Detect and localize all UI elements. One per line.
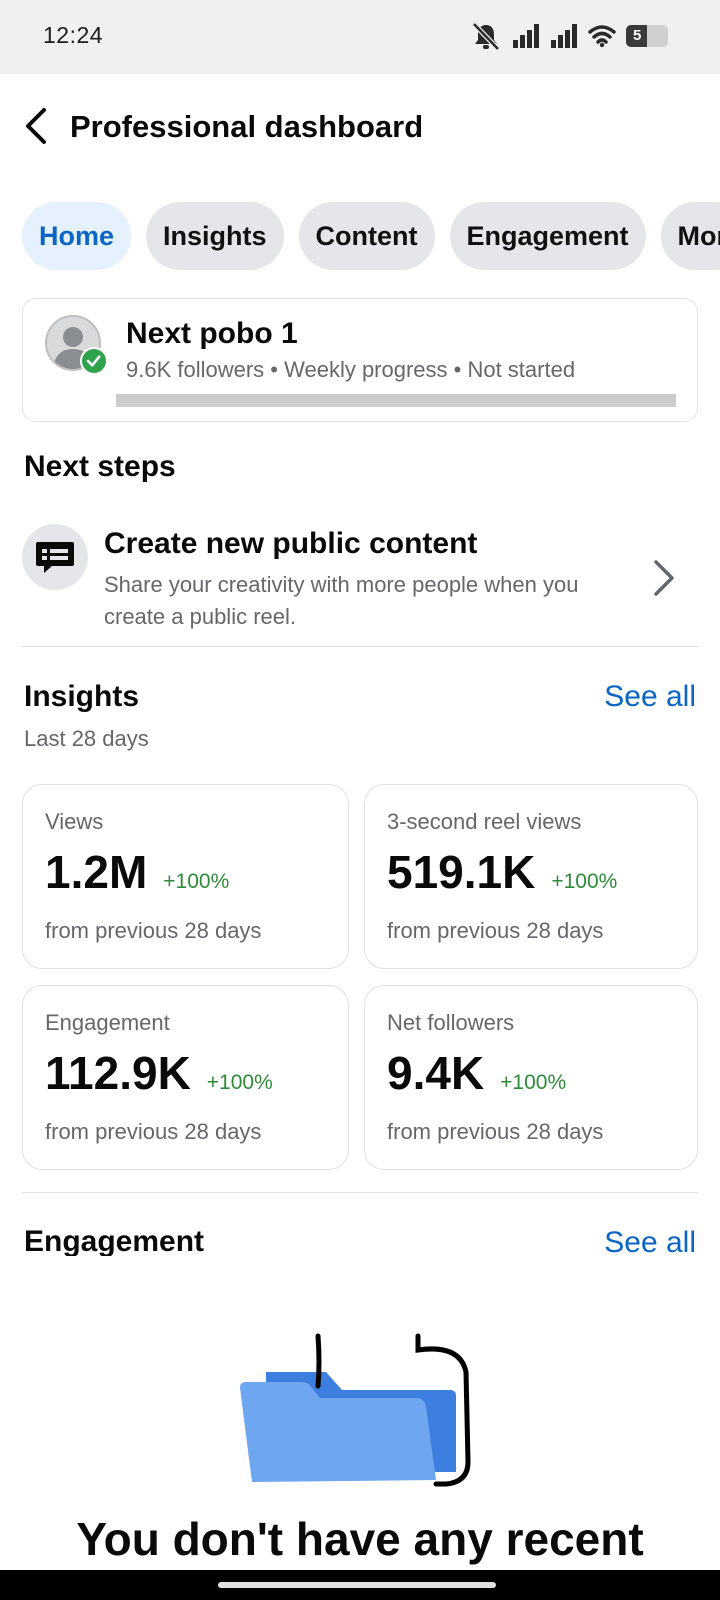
metric-change: +100% (206, 1071, 273, 1094)
profile-card[interactable]: Next pobo 1 9.6K followers • Weekly prog… (22, 298, 698, 422)
metric-card-engagement[interactable]: Engagement 112.9K +100% from previous 28… (22, 985, 349, 1170)
signal-icon (551, 24, 577, 48)
empty-folder-illustration (240, 1333, 471, 1487)
metric-change: +100% (500, 1071, 567, 1094)
metric-label: Engagement (45, 1010, 170, 1035)
tab-bar: Home Insights Content Engagement Mon (22, 202, 720, 270)
tab-content[interactable]: Content (298, 202, 435, 270)
tab-insights[interactable]: Insights (146, 202, 284, 270)
metric-comparison: from previous 28 days (387, 918, 604, 943)
metric-value: 519.1K (387, 846, 536, 898)
weekly-progress-bar (116, 394, 676, 407)
wifi-icon (588, 25, 616, 48)
metric-change: +100% (163, 870, 230, 893)
metric-value: 1.2M (45, 846, 148, 898)
profile-name: Next pobo 1 (126, 317, 298, 350)
engagement-see-all-link[interactable]: See all (604, 1226, 696, 1260)
empty-state-text: You don't have any recent (76, 1513, 644, 1565)
home-gesture-handle[interactable] (218, 1582, 496, 1588)
metric-row: 9.4K +100% (387, 1046, 566, 1100)
insights-see-all-link[interactable]: See all (604, 680, 696, 714)
mute-icon (472, 22, 500, 51)
profile-meta: 9.6K followers • Weekly progress • Not s… (126, 357, 576, 382)
chevron-right-icon (654, 560, 674, 596)
metric-change: +100% (551, 870, 618, 893)
step-icon-circle (22, 524, 88, 590)
battery-text: 5 (633, 27, 642, 44)
tab-engagement[interactable]: Engagement (449, 202, 646, 270)
divider (22, 1192, 698, 1193)
metric-comparison: from previous 28 days (45, 918, 262, 943)
battery-icon: 5 (626, 25, 668, 47)
step-title: Create new public content (104, 527, 478, 560)
next-steps-title: Next steps (24, 450, 176, 483)
metric-row: 519.1K +100% (387, 845, 617, 899)
back-icon[interactable] (20, 104, 54, 148)
metric-value: 112.9K (45, 1047, 191, 1099)
status-time: 12:24 (43, 22, 104, 48)
metric-label: 3-second reel views (387, 809, 582, 834)
metric-card-net-followers[interactable]: Net followers 9.4K +100% from previous 2… (364, 985, 698, 1170)
check-icon (80, 347, 108, 375)
divider (22, 646, 698, 647)
step-description: Share your creativity with more people w… (104, 572, 579, 629)
insights-title: Insights (24, 680, 140, 713)
engagement-title-container: Engagement (24, 1222, 324, 1256)
metric-card-reel-views[interactable]: 3-second reel views 519.1K +100% from pr… (364, 784, 698, 969)
engagement-title: Engagement (24, 1225, 205, 1256)
status-icons: 5 (470, 20, 668, 52)
navigation-bar (0, 1570, 720, 1600)
metric-row: 112.9K +100% (45, 1046, 273, 1100)
metric-value: 9.4K (387, 1047, 485, 1099)
page-title: Professional dashboard (70, 109, 424, 144)
metric-card-views[interactable]: Views 1.2M +100% from previous 28 days (22, 784, 349, 969)
tab-home[interactable]: Home (22, 202, 132, 270)
status-bar: 12:24 5 (0, 0, 720, 74)
metric-row: 1.2M +100% (45, 845, 229, 899)
tab-monetization[interactable]: Mon (660, 202, 720, 270)
metric-comparison: from previous 28 days (387, 1119, 604, 1144)
metric-label: Views (45, 809, 104, 834)
signal-icon (513, 24, 539, 48)
header: Professional dashboard (0, 74, 720, 186)
metric-label: Net followers (387, 1010, 515, 1035)
insights-period: Last 28 days (24, 726, 149, 751)
metric-comparison: from previous 28 days (45, 1119, 262, 1144)
chat-icon (36, 542, 74, 573)
